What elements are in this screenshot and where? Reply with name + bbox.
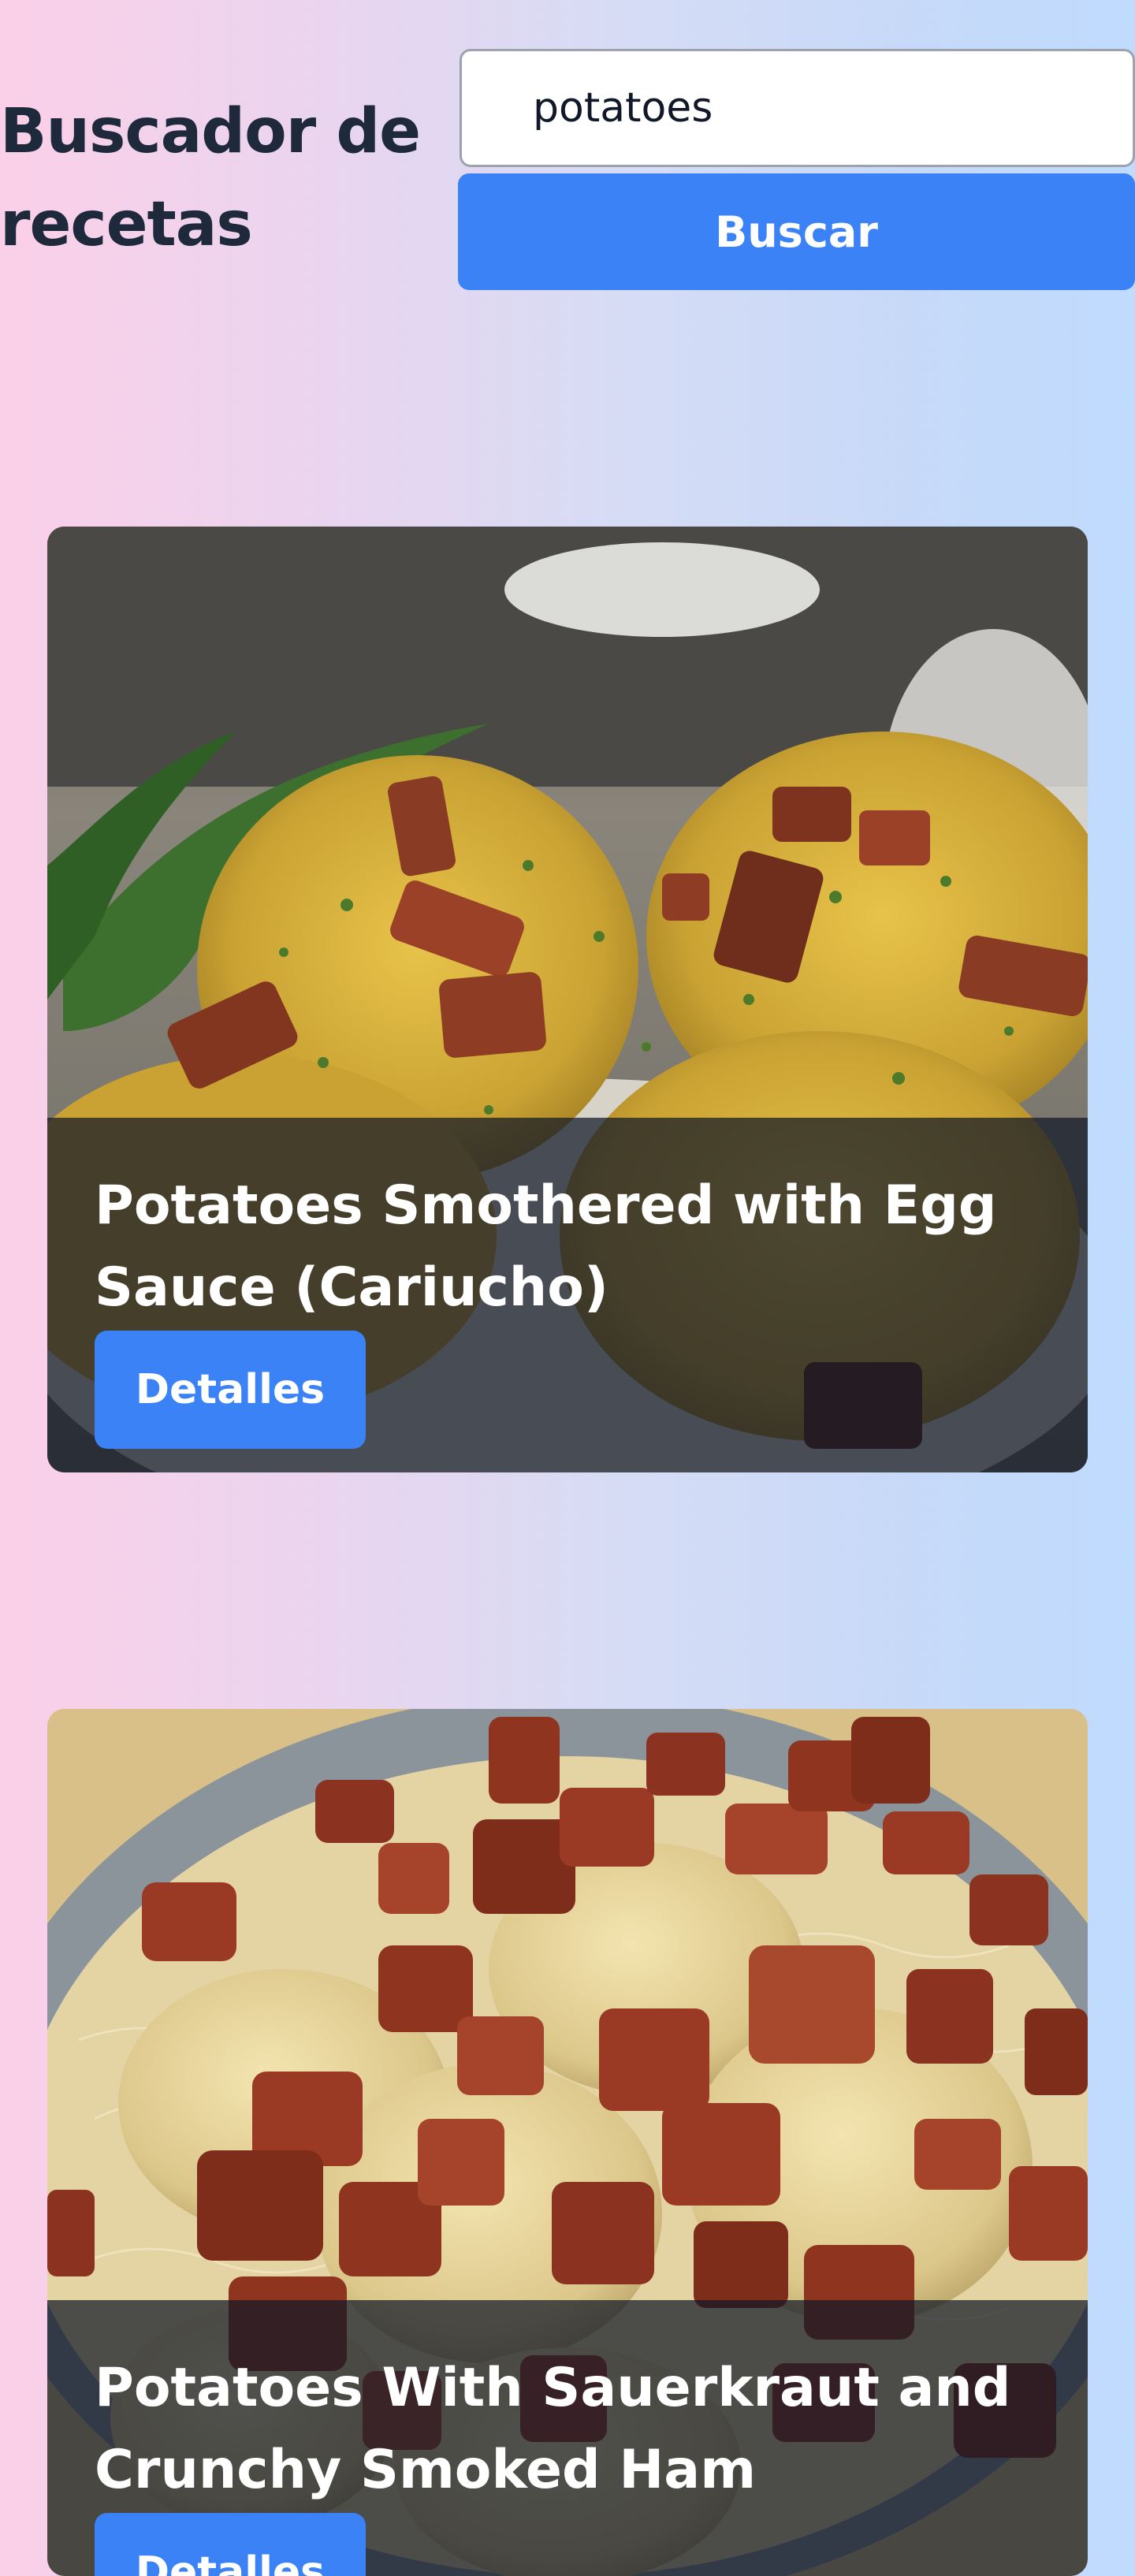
search-header: Buscador de recetas Buscar <box>0 0 1135 300</box>
recipe-card: Potatoes Smothered with Egg Sauce (Cariu… <box>47 527 1088 1472</box>
recipe-card: Potatoes With Sauerkraut and Crunchy Smo… <box>47 1709 1088 2576</box>
search-input[interactable] <box>460 49 1135 167</box>
details-button[interactable]: Detalles <box>95 2513 366 2576</box>
recipe-card-footer: Potatoes With Sauerkraut and Crunchy Smo… <box>47 2300 1088 2576</box>
details-button[interactable]: Detalles <box>95 1331 366 1449</box>
recipe-title: Potatoes With Sauerkraut and Crunchy Smo… <box>95 2357 1011 2501</box>
page-title: Buscador de recetas <box>0 96 421 260</box>
search-button[interactable]: Buscar <box>458 173 1135 290</box>
recipe-title: Potatoes Smothered with Egg Sauce (Cariu… <box>95 1174 997 1319</box>
recipe-card-footer: Potatoes Smothered with Egg Sauce (Cariu… <box>47 1118 1088 1472</box>
